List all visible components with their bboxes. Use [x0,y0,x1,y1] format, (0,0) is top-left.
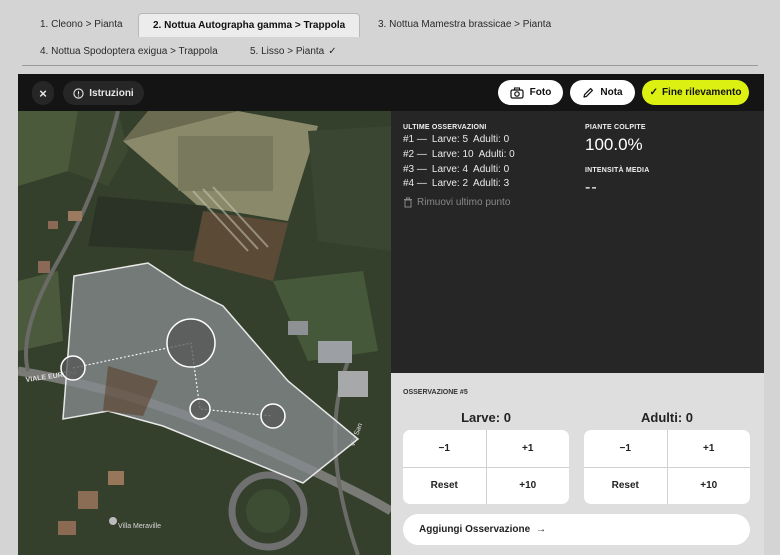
adults-plus1-button[interactable]: +1 [667,430,750,467]
larvae-count: Larve: 0 [461,410,511,425]
obs-adulti: Adulti: 0 [473,164,510,175]
obs-adulti: Adulti: 0 [478,149,515,160]
poi-marker-icon [109,517,117,525]
app-root: 1. Cleono > Pianta 2. Nottua Autographa … [0,0,780,555]
larvae-plus1-button[interactable]: +1 [486,430,569,467]
larvae-plus10-button[interactable]: +10 [486,467,569,504]
obs-larve: Larve: 10 [431,149,474,160]
finish-label: Fine rilevamento [661,87,742,98]
satellite-map[interactable]: VIALE EUROPA Villa Meraville Via San [18,111,391,555]
photo-label: Foto [529,87,552,98]
tab-autographa-gamma[interactable]: 2. Nottua Autographa gamma > Trappola [138,13,361,37]
adults-stepper: −1 +1 Reset +10 [584,430,750,504]
map-canvas[interactable]: VIALE EUROPA Villa Meraville Via San [18,111,391,555]
pencil-icon [582,87,594,99]
observations-summary: ULTIME OSSERVAZIONI #1 — Larve: 5 Adulti: … [391,111,764,373]
place-label: Villa Meraville [118,523,161,530]
adults-count: Adulti: 0 [641,410,693,425]
remove-label: Rimuovi ultimo punto [417,197,511,208]
tab-label: 3. Nottua Mamestra brassicae > Pianta [378,19,552,30]
tab-label: 4. Nottua Spodoptera exigua > Trappola [40,46,218,57]
add-observation-label: Aggiungi Osservazione [419,524,531,535]
adults-plus10-button[interactable]: +10 [667,467,750,504]
toolbar: × Istruzioni Foto Nota ✓ Fine rilevament… [18,74,764,111]
tab-label: 2. Nottua Autographa gamma > Trappola [153,20,346,31]
obs-larve: Larve: 2 [431,178,469,189]
mean-intensity-title: INTENSITÀ MEDIA [585,167,650,174]
note-label: Nota [600,87,623,98]
info-circle-icon [73,87,84,99]
observation-row: #4 — Larve: 2 Adulti: 3 [403,178,514,189]
observation-point-marker[interactable] [189,398,211,420]
larvae-stepper: −1 +1 Reset +10 [403,430,569,504]
affected-plants-title: PIANTE COLPITE [585,124,646,131]
obs-num: #4 — [403,178,427,189]
tab-label: 5. Lisso > Pianta [250,46,325,57]
remove-last-point-button[interactable]: Rimuovi ultimo punto [403,197,510,208]
observation-point-marker[interactable] [60,355,86,381]
larvae-minus1-button[interactable]: −1 [403,430,486,467]
observation-row: #2 — Larve: 10 Adulti: 0 [403,149,520,160]
observation-point-marker[interactable] [166,318,216,368]
observation-row: #1 — Larve: 5 Adulti: 0 [403,134,514,145]
arrow-right-icon: → [536,524,547,535]
tab-spodoptera-exigua[interactable]: 4. Nottua Spodoptera exigua > Trappola [26,40,232,64]
observation-entry: OSSERVAZIONE #5 Larve: 0 Adulti: 0 −1 +1… [391,373,764,555]
obs-num: #3 — [403,164,427,175]
instructions-label: Istruzioni [89,87,134,99]
add-observation-button[interactable]: Aggiungi Osservazione → [403,514,750,545]
obs-num: #2 — [403,149,427,160]
instructions-button[interactable]: Istruzioni [63,81,144,105]
photo-button[interactable]: Foto [498,80,563,105]
mean-intensity-value: -- [585,179,598,196]
finish-survey-button[interactable]: ✓ Fine rilevamento [642,80,749,105]
adults-reset-button[interactable]: Reset [584,467,667,504]
species-tabs: 1. Cleono > Pianta 2. Nottua Autographa … [22,0,758,66]
note-button[interactable]: Nota [570,80,635,105]
tab-cleono[interactable]: 1. Cleono > Pianta [26,13,137,37]
camera-icon [510,86,524,99]
affected-plants-value: 100.0% [585,135,643,154]
obs-larve: Larve: 4 [431,164,469,175]
check-icon: ✓ [328,46,337,57]
obs-num: #1 — [403,134,427,145]
larvae-reset-button[interactable]: Reset [403,467,486,504]
close-button[interactable]: × [32,81,54,105]
check-icon: ✓ [649,87,658,98]
survey-panel: × Istruzioni Foto Nota ✓ Fine rilevament… [18,74,764,555]
observation-row: #3 — Larve: 4 Adulti: 0 [403,164,514,175]
close-icon: × [39,85,47,101]
obs-adulti: Adulti: 0 [473,134,510,145]
tab-mamestra-brassicae[interactable]: 3. Nottua Mamestra brassicae > Pianta [364,13,565,37]
trash-icon [403,197,413,208]
observation-point-marker[interactable] [260,403,286,429]
obs-larve: Larve: 5 [431,134,469,145]
tab-lisso[interactable]: 5. Lisso > Pianta ✓ [236,40,351,64]
adults-minus1-button[interactable]: −1 [584,430,667,467]
obs-adulti: Adulti: 3 [473,178,510,189]
recent-observations-title: ULTIME OSSERVAZIONI [403,124,487,131]
tab-label: 1. Cleono > Pianta [40,19,123,30]
current-observation-title: OSSERVAZIONE #5 [403,389,468,396]
